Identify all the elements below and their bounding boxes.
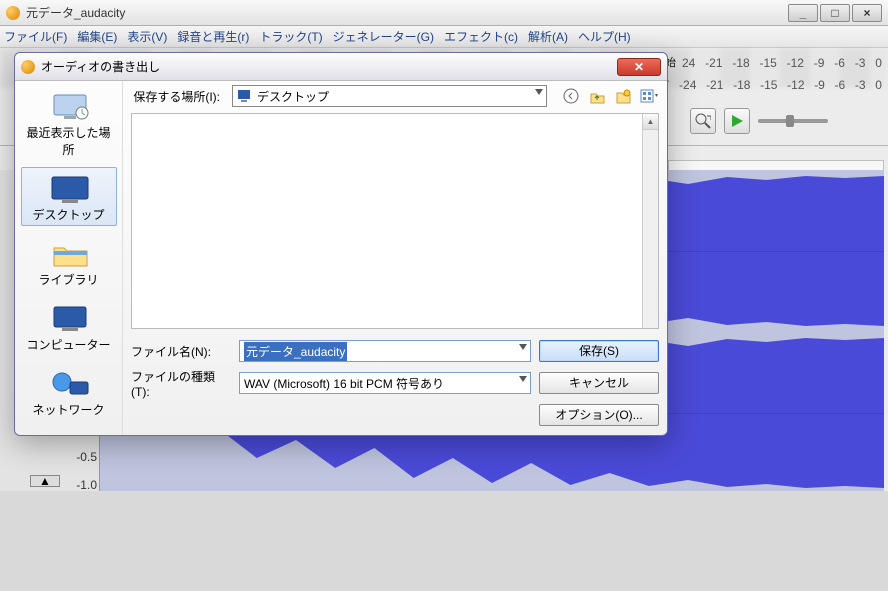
maximize-button[interactable]: □: [820, 4, 850, 22]
filename-label: ファイル名(N):: [131, 343, 231, 360]
window-title: 元データ_audacity: [26, 4, 125, 21]
save-button[interactable]: 保存(S): [539, 340, 659, 362]
menu-generate[interactable]: ジェネレーター(G): [333, 28, 434, 45]
vscale-neg05: -0.5: [76, 450, 97, 464]
options-button[interactable]: オプション(O)...: [539, 404, 659, 426]
play-button[interactable]: [724, 108, 750, 134]
place-desktop[interactable]: デスクトップ: [21, 167, 117, 226]
place-recent[interactable]: 最近表示した場所: [21, 85, 117, 161]
chevron-down-icon: [519, 376, 527, 382]
file-list-scrollbar[interactable]: ▲: [642, 114, 658, 328]
desktop-icon: [48, 172, 90, 204]
minimize-button[interactable]: _: [788, 4, 818, 22]
recent-icon: [48, 90, 90, 122]
dialog-app-icon: [21, 60, 35, 74]
vertical-scale: -0.5 -1.0: [76, 450, 97, 492]
filename-value: 元データ_audacity: [244, 342, 347, 361]
db-meter-top: 24 -21 -18 -15 -12 -9 -6 -3 0: [682, 56, 882, 72]
view-menu-icon[interactable]: [639, 86, 659, 106]
lookin-combo[interactable]: デスクトップ: [232, 85, 547, 107]
playback-tool-icons: [690, 108, 828, 134]
filetype-value: WAV (Microsoft) 16 bit PCM 符号あり: [244, 375, 444, 392]
lookin-label: 保存する場所(I):: [131, 88, 226, 105]
playback-speed-slider[interactable]: [758, 119, 828, 123]
up-one-level-icon[interactable]: [587, 86, 607, 106]
desktop-small-icon: [237, 89, 253, 103]
title-bar: 元データ_audacity _ □ ×: [0, 0, 888, 26]
dialog-title-bar[interactable]: オーディオの書き出し ✕: [15, 53, 667, 81]
menu-track[interactable]: トラック(T): [259, 28, 322, 45]
menu-view[interactable]: 表示(V): [127, 28, 167, 45]
place-network[interactable]: ネットワーク: [21, 362, 117, 421]
network-icon: [48, 367, 90, 399]
filename-input[interactable]: 元データ_audacity: [239, 340, 531, 362]
chevron-down-icon: [519, 344, 527, 350]
dialog-close-button[interactable]: ✕: [617, 58, 661, 76]
app-icon: [6, 6, 20, 20]
menu-edit[interactable]: 編集(E): [77, 28, 117, 45]
bottom-panel: [0, 491, 888, 591]
computer-icon: [48, 302, 90, 334]
place-libraries[interactable]: ライブラリ: [21, 232, 117, 291]
window-buttons: _ □ ×: [788, 4, 882, 22]
dialog-main: 保存する場所(I): デスクトップ ▲ ファイル: [123, 81, 667, 435]
lookin-value: デスクトップ: [257, 88, 329, 105]
menu-bar: ファイル(F) 編集(E) 表示(V) 録音と再生(r) トラック(T) ジェネ…: [0, 26, 888, 48]
menu-help[interactable]: ヘルプ(H): [578, 28, 631, 45]
place-computer[interactable]: コンピューター: [21, 297, 117, 356]
filetype-label: ファイルの種類(T):: [131, 368, 231, 399]
zoom-fit-icon[interactable]: [690, 108, 716, 134]
back-icon[interactable]: [561, 86, 581, 106]
file-list[interactable]: ▲: [131, 113, 659, 329]
close-window-button[interactable]: ×: [852, 4, 882, 22]
track-collapse-button[interactable]: ▲: [30, 475, 60, 487]
places-bar: 最近表示した場所 デスクトップ ライブラリ コンピューター ネットワーク: [15, 81, 123, 435]
filetype-combo[interactable]: WAV (Microsoft) 16 bit PCM 符号あり: [239, 372, 531, 394]
db-meter-bottom: -27 -24 -21 -18 -15 -12 -9 -6 -3 0: [652, 78, 882, 94]
libraries-icon: [48, 237, 90, 269]
export-audio-dialog: オーディオの書き出し ✕ 最近表示した場所 デスクトップ ライブラリ コンピュー…: [14, 52, 668, 436]
dialog-title: オーディオの書き出し: [41, 58, 160, 75]
new-folder-icon[interactable]: [613, 86, 633, 106]
menu-analyze[interactable]: 解析(A): [528, 28, 568, 45]
menu-record[interactable]: 録音と再生(r): [177, 28, 249, 45]
vscale-neg10: -1.0: [76, 478, 97, 492]
menu-effect[interactable]: エフェクト(c): [444, 28, 518, 45]
cancel-button[interactable]: キャンセル: [539, 372, 659, 394]
scroll-up-icon[interactable]: ▲: [643, 114, 658, 130]
menu-file[interactable]: ファイル(F): [4, 28, 67, 45]
chevron-down-icon: [535, 89, 543, 95]
